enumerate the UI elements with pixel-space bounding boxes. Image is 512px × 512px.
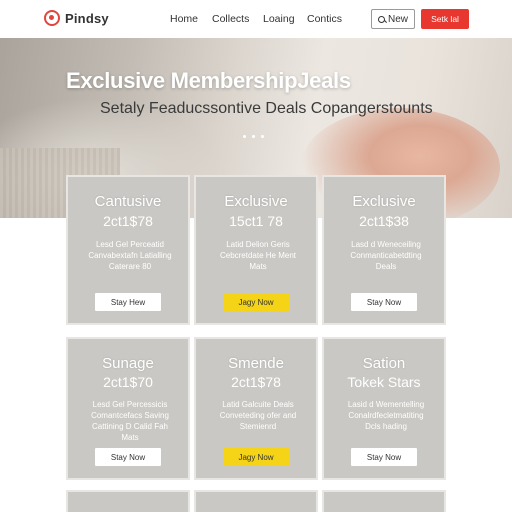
- shop-now-button[interactable]: Stay Now: [95, 448, 161, 466]
- deal-card: Exclusive 2ct1$38 Lasd d Weneceiling Conm…: [322, 175, 446, 325]
- card-price: 2ct1$78: [103, 213, 153, 229]
- carousel-dots[interactable]: [243, 135, 264, 138]
- hero-title: Exclusive MembershipJeals: [66, 68, 351, 93]
- card-description: Lesd Gel Percessicis Comantcefacs Saving C…: [91, 400, 169, 442]
- deal-card: Cantusive 2ct1$78 Lesd Gel Perceatid Canv…: [66, 175, 190, 325]
- card-description: Latid Galcuite Deals Conveteding ofer and…: [219, 400, 297, 431]
- card-description: Lasd d Weneceiling Conmanticabetdting Deal…: [350, 240, 422, 271]
- card-price: 15ct1 78: [229, 213, 283, 229]
- card-price: Tokek Stars: [347, 374, 421, 390]
- search-button[interactable]: New: [371, 9, 415, 29]
- card-description: Latid Delion Geris Cebcretdate He Ment Mat…: [219, 240, 297, 271]
- deal-card-partial: [194, 490, 318, 512]
- deal-card: Sunage 2ct1$70 Lesd Gel Percessicis Coman…: [66, 337, 190, 480]
- card-description: Lesd Gel Perceatid Canvabextafn Latiallin…: [88, 240, 172, 271]
- carousel-dot[interactable]: [261, 135, 264, 138]
- shop-now-button[interactable]: Jagy Now: [223, 448, 289, 466]
- search-icon: [377, 15, 385, 23]
- deal-card: Exclusive 15ct1 78 Latid Delion Geris Ceb…: [194, 175, 318, 325]
- shop-now-button[interactable]: Jagy Now: [223, 293, 289, 311]
- hero-subtitle: Setaly Feaducssontive Deals Copangerstou…: [100, 100, 433, 117]
- nav-loaing[interactable]: Loaing: [263, 13, 295, 25]
- card-title: Exclusive: [224, 193, 288, 210]
- signup-button[interactable]: Setk lal: [421, 9, 469, 29]
- deal-card: Sation Tokek Stars Lasid d Wementelling C…: [322, 337, 446, 480]
- search-button-label: New: [387, 13, 408, 25]
- card-title: Sation: [362, 355, 406, 372]
- nav-contics[interactable]: Contics: [307, 13, 342, 25]
- signup-button-label: Setk lal: [431, 14, 459, 24]
- top-nav-bar: Pindsy Home Collects Loaing Contics New …: [0, 0, 512, 38]
- carousel-dot[interactable]: [243, 135, 246, 138]
- shop-now-button[interactable]: Stay Hew: [95, 293, 161, 311]
- card-title: Cantusive: [94, 193, 162, 210]
- card-price: 2ct1$70: [103, 374, 153, 390]
- deal-card: Smende 2ct1$78 Latid Galcuite Deals Conve…: [194, 337, 318, 480]
- card-title: Exclusive: [352, 193, 416, 210]
- card-title: Sunage: [102, 355, 154, 372]
- nav-collects[interactable]: Collects: [212, 13, 249, 25]
- card-price: 2ct1$38: [359, 213, 409, 229]
- shop-now-button[interactable]: Stay Now: [351, 293, 417, 311]
- deal-card-partial: [66, 490, 190, 512]
- card-description: Lasid d Wementelling Conalrdfecletmatitin…: [347, 400, 425, 431]
- nav-home[interactable]: Home: [170, 13, 198, 25]
- shop-now-button[interactable]: Stay Now: [351, 448, 417, 466]
- card-title: Smende: [228, 355, 284, 372]
- brand-logo-icon[interactable]: [44, 10, 60, 26]
- deal-card-partial: [322, 490, 446, 512]
- brand-name[interactable]: Pindsy: [65, 11, 109, 26]
- carousel-dot[interactable]: [252, 135, 255, 138]
- card-price: 2ct1$78: [231, 374, 281, 390]
